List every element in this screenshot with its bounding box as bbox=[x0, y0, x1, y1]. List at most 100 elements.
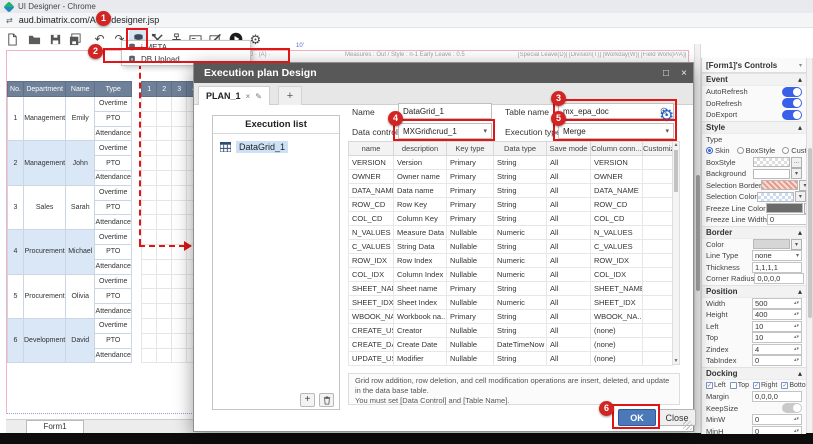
cell-value[interactable] bbox=[142, 274, 157, 289]
cell-type[interactable]: Overtime bbox=[95, 141, 132, 156]
autorefresh-toggle[interactable] bbox=[782, 87, 802, 97]
new-file-button[interactable] bbox=[3, 30, 22, 48]
grid-cell[interactable]: Workbook na... bbox=[394, 310, 447, 324]
cell-value[interactable] bbox=[142, 333, 157, 348]
cell-value[interactable] bbox=[172, 200, 187, 215]
delete-plan-button[interactable] bbox=[319, 393, 334, 407]
cell-type[interactable]: Attendance bbox=[95, 348, 132, 363]
cell-value[interactable] bbox=[142, 170, 157, 185]
collapse-icon[interactable]: ▴ bbox=[798, 369, 802, 378]
cell-value[interactable] bbox=[172, 156, 187, 171]
grid-cell[interactable]: Nullable bbox=[447, 324, 494, 338]
dock-right-checkbox[interactable]: ✓Right bbox=[753, 382, 777, 389]
cell-value[interactable] bbox=[157, 289, 172, 304]
grid-column-header[interactable]: name bbox=[349, 142, 394, 156]
grid-cell[interactable]: Column Key bbox=[394, 212, 447, 226]
grid-cell[interactable]: COL_CD bbox=[349, 212, 394, 226]
cell-name[interactable]: Michael bbox=[66, 230, 95, 274]
grid-cell[interactable]: All bbox=[547, 352, 591, 366]
selection-color-swatch[interactable] bbox=[757, 192, 794, 202]
grid-cell[interactable]: Primary bbox=[447, 156, 494, 170]
cell-name[interactable]: Sarah bbox=[66, 185, 95, 229]
maximize-icon[interactable]: □ bbox=[657, 68, 675, 79]
grid-cell[interactable] bbox=[643, 296, 673, 310]
cell-value[interactable] bbox=[157, 126, 172, 141]
grid-cell[interactable]: N_VALUES bbox=[349, 226, 394, 240]
cell-no[interactable]: 4 bbox=[8, 230, 24, 274]
height-input[interactable]: 400▴▾ bbox=[752, 309, 802, 320]
cell-value[interactable] bbox=[157, 274, 172, 289]
minw-input[interactable]: 0▴▾ bbox=[752, 414, 802, 425]
cell-value[interactable] bbox=[142, 215, 157, 230]
grid-cell[interactable]: Measure Data bbox=[394, 226, 447, 240]
grid-cell[interactable]: Numeric bbox=[494, 268, 547, 282]
grid-cell[interactable]: CREATE_DATE bbox=[349, 338, 394, 352]
grid-cell[interactable]: String bbox=[494, 352, 547, 366]
grid-scrollbar-thumb[interactable] bbox=[674, 150, 678, 192]
grid-cell[interactable]: ROW_CD bbox=[349, 198, 394, 212]
grid-cell[interactable]: Nullable bbox=[447, 226, 494, 240]
cell-value[interactable] bbox=[157, 230, 172, 245]
panel-scrollbar-thumb[interactable] bbox=[808, 148, 812, 318]
grid-cell[interactable]: Owner name bbox=[394, 170, 447, 184]
color-swatch[interactable] bbox=[753, 239, 790, 249]
grid-cell[interactable]: Nullable bbox=[447, 254, 494, 268]
grid-cell[interactable]: Version bbox=[394, 156, 447, 170]
open-button[interactable] bbox=[25, 30, 44, 48]
cell-type[interactable]: Attendance bbox=[95, 126, 132, 141]
grid-cell[interactable]: Row Key bbox=[394, 198, 447, 212]
grid-cell[interactable]: SHEET_IDX bbox=[591, 296, 643, 310]
grid-cell[interactable]: Primary bbox=[447, 310, 494, 324]
dock-bottom-checkbox[interactable]: ✓Bottom bbox=[781, 382, 806, 389]
grid-cell[interactable]: OWNER bbox=[591, 170, 643, 184]
grid-cell[interactable]: N_VALUES bbox=[591, 226, 643, 240]
grid-cell[interactable]: WBOOK_NA... bbox=[591, 310, 643, 324]
grid-cell[interactable]: COL_IDX bbox=[591, 268, 643, 282]
background-picker-button[interactable]: ▾ bbox=[791, 168, 802, 179]
grid-cell[interactable]: OWNER bbox=[349, 170, 394, 184]
save-all-button[interactable] bbox=[66, 30, 85, 48]
grid-cell[interactable]: DateTimeNow bbox=[494, 338, 547, 352]
grid-cell[interactable] bbox=[643, 282, 673, 296]
grid-cell[interactable]: Data name bbox=[394, 184, 447, 198]
spinner-icon[interactable]: ▴▾ bbox=[794, 325, 799, 328]
cell-value[interactable] bbox=[142, 230, 157, 245]
grid-cell[interactable]: C_VALUES bbox=[591, 240, 643, 254]
browser-urlbar[interactable]: ⇄ aud.bimatrix.com/AUD/designer.jsp bbox=[0, 13, 813, 28]
grid-cell[interactable]: All bbox=[547, 310, 591, 324]
grid-cell[interactable]: Row Index bbox=[394, 254, 447, 268]
grid-cell[interactable]: COL_CD bbox=[591, 212, 643, 226]
collapse-icon[interactable]: ▴ bbox=[798, 123, 802, 132]
cell-value[interactable] bbox=[157, 141, 172, 156]
cell-type[interactable]: PTO bbox=[95, 244, 132, 259]
cell-type[interactable]: Overtime bbox=[95, 97, 132, 112]
save-button[interactable] bbox=[46, 30, 65, 48]
section-docking[interactable]: Docking▴ bbox=[702, 367, 806, 380]
site-info-icon[interactable]: ⇄ bbox=[6, 16, 13, 25]
cell-type[interactable]: Attendance bbox=[95, 170, 132, 185]
radio-boxstyle[interactable]: BoxStyle bbox=[737, 146, 776, 155]
cell-value[interactable] bbox=[142, 111, 157, 126]
width-input[interactable]: 500▴▾ bbox=[752, 298, 802, 309]
doexport-toggle[interactable] bbox=[782, 110, 802, 120]
cell-type[interactable]: Overtime bbox=[95, 230, 132, 245]
cell-value[interactable] bbox=[142, 318, 157, 333]
grid-cell[interactable]: (none) bbox=[591, 338, 643, 352]
grid-column-header[interactable]: Column conn... bbox=[591, 142, 643, 156]
dock-top-checkbox[interactable]: Top bbox=[730, 382, 749, 389]
grid-cell[interactable]: Primary bbox=[447, 184, 494, 198]
cell-type[interactable]: Overtime bbox=[95, 185, 132, 200]
grid-cell[interactable]: Create Date bbox=[394, 338, 447, 352]
cell-type[interactable]: PTO bbox=[95, 200, 132, 215]
cell-type[interactable]: Overtime bbox=[95, 274, 132, 289]
grid-cell[interactable]: Numeric bbox=[494, 296, 547, 310]
grid-cell[interactable]: Primary bbox=[447, 170, 494, 184]
grid-column-header[interactable]: Customize bbox=[643, 142, 673, 156]
cell-department[interactable]: Management bbox=[24, 141, 66, 185]
grid-cell[interactable] bbox=[643, 198, 673, 212]
spinner-icon[interactable]: ▴▾ bbox=[794, 418, 799, 421]
selection-color-picker-button[interactable]: ▾ bbox=[795, 191, 806, 202]
cell-value[interactable] bbox=[142, 259, 157, 274]
cell-name[interactable]: David bbox=[66, 318, 95, 362]
dock-left-checkbox[interactable]: ✓Left bbox=[706, 382, 726, 389]
